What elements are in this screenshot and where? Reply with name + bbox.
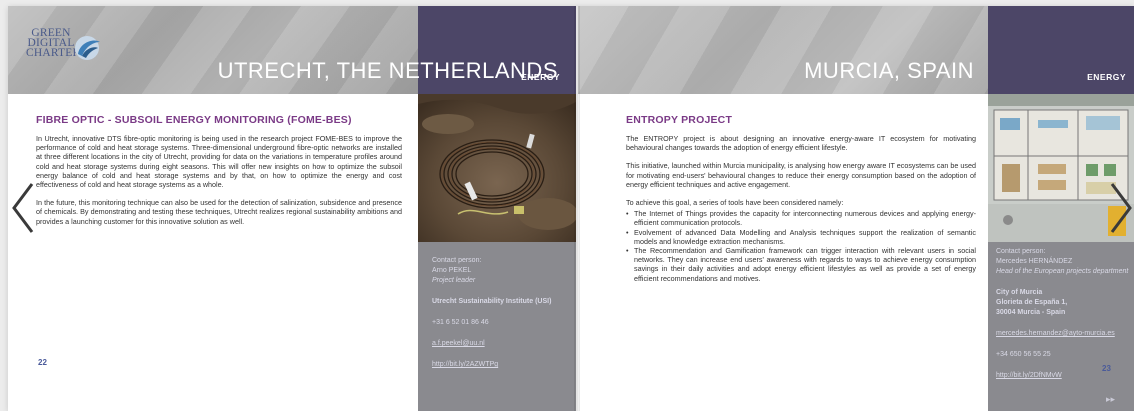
right-contact-name: Mercedes HERNÁNDEZ — [996, 258, 1073, 265]
right-contact-org-line2: Glorieta de España 1, — [996, 299, 1068, 306]
left-contact-block: Contact person: Arno PEKEL Project leade… — [432, 256, 572, 370]
left-contact-email-link[interactable]: a.f.peekel@uu.nl — [432, 339, 572, 349]
right-contact-label: Contact person: — [996, 248, 1046, 255]
right-contact-org-line3: 30004 Murcia - Spain — [996, 309, 1066, 316]
next-page-button[interactable] — [1108, 180, 1134, 236]
right-contact-block: Contact person: Mercedes HERNÁNDEZ Head … — [996, 247, 1134, 381]
left-contact-url-link[interactable]: http://bit.ly/2AZWTPg — [432, 360, 572, 370]
right-page-number: 23 — [1102, 364, 1111, 373]
left-contact-role: Project leader — [432, 277, 476, 284]
right-category-band: ENERGY — [988, 6, 1134, 94]
chevron-right-icon — [1110, 183, 1132, 233]
left-paragraph: In Utrecht, innovative DTS fibre-optic m… — [36, 134, 402, 190]
right-paragraph: The ENTROPY project is about designing a… — [626, 134, 976, 153]
right-page: ENERGY MURCIA, SPAIN ENTROPY PROJECT The… — [578, 6, 1134, 411]
flipbook-viewer: ENERGY GREEN DIGITAL CHARTER UTRECHT, TH… — [0, 0, 1134, 411]
right-article: ENTROPY PROJECT The ENTROPY project is a… — [626, 114, 976, 283]
right-bullet-list: The Internet of Things provides the capa… — [626, 209, 976, 283]
right-article-title: ENTROPY PROJECT — [626, 114, 733, 126]
left-article: FIBRE OPTIC - SUBSOIL ENERGY MONITORING … — [36, 114, 402, 235]
book-spine — [574, 6, 580, 411]
right-contact-email-link[interactable]: mercedes.hernandez@ayto-murcia.es — [996, 329, 1134, 339]
left-contact-name: Arno PEKEL — [432, 267, 472, 274]
book-spread: ENERGY GREEN DIGITAL CHARTER UTRECHT, TH… — [8, 6, 1134, 411]
right-contact-phone: +34 650 56 55 25 — [996, 351, 1051, 358]
green-digital-charter-logo: GREEN DIGITAL CHARTER — [26, 27, 126, 76]
left-paragraph: In the future, this monitoring technique… — [36, 198, 402, 226]
logo-swirl-icon — [75, 36, 100, 60]
right-category-label: ENERGY — [1087, 72, 1126, 82]
left-page: ENERGY GREEN DIGITAL CHARTER UTRECHT, TH… — [8, 6, 576, 411]
left-contact-organisation: Utrecht Sustainability Institute (USI) — [432, 298, 552, 305]
left-page-number: 22 — [38, 358, 47, 367]
list-item: The Recommendation and Gamification fram… — [626, 246, 976, 283]
right-city-title: MURCIA, SPAIN — [804, 58, 974, 83]
left-contact-phone: +31 6 52 01 86 46 — [432, 319, 489, 326]
list-item: Evolvement of advanced Data Modelling an… — [626, 228, 976, 246]
right-paragraph: This initiative, launched within Murcia … — [626, 161, 976, 189]
skip-to-end-icon[interactable]: ▸▸ — [1106, 394, 1115, 405]
fibre-optic-cable-photo — [418, 94, 576, 242]
right-contact-url-link[interactable]: http://bit.ly/2DfNMvW — [996, 371, 1134, 381]
right-paragraph: To achieve this goal, a series of tools … — [626, 198, 844, 208]
previous-page-button[interactable] — [10, 180, 36, 236]
right-contact-org-line1: City of Murcia — [996, 289, 1043, 296]
list-item: The Internet of Things provides the capa… — [626, 209, 976, 227]
left-article-title: FIBRE OPTIC - SUBSOIL ENERGY MONITORING … — [36, 114, 352, 126]
left-city-title: UTRECHT, THE NETHERLANDS — [217, 58, 558, 83]
left-contact-label: Contact person: — [432, 257, 482, 264]
right-contact-role: Head of the European projects department — [996, 268, 1129, 275]
chevron-left-icon — [12, 183, 34, 233]
